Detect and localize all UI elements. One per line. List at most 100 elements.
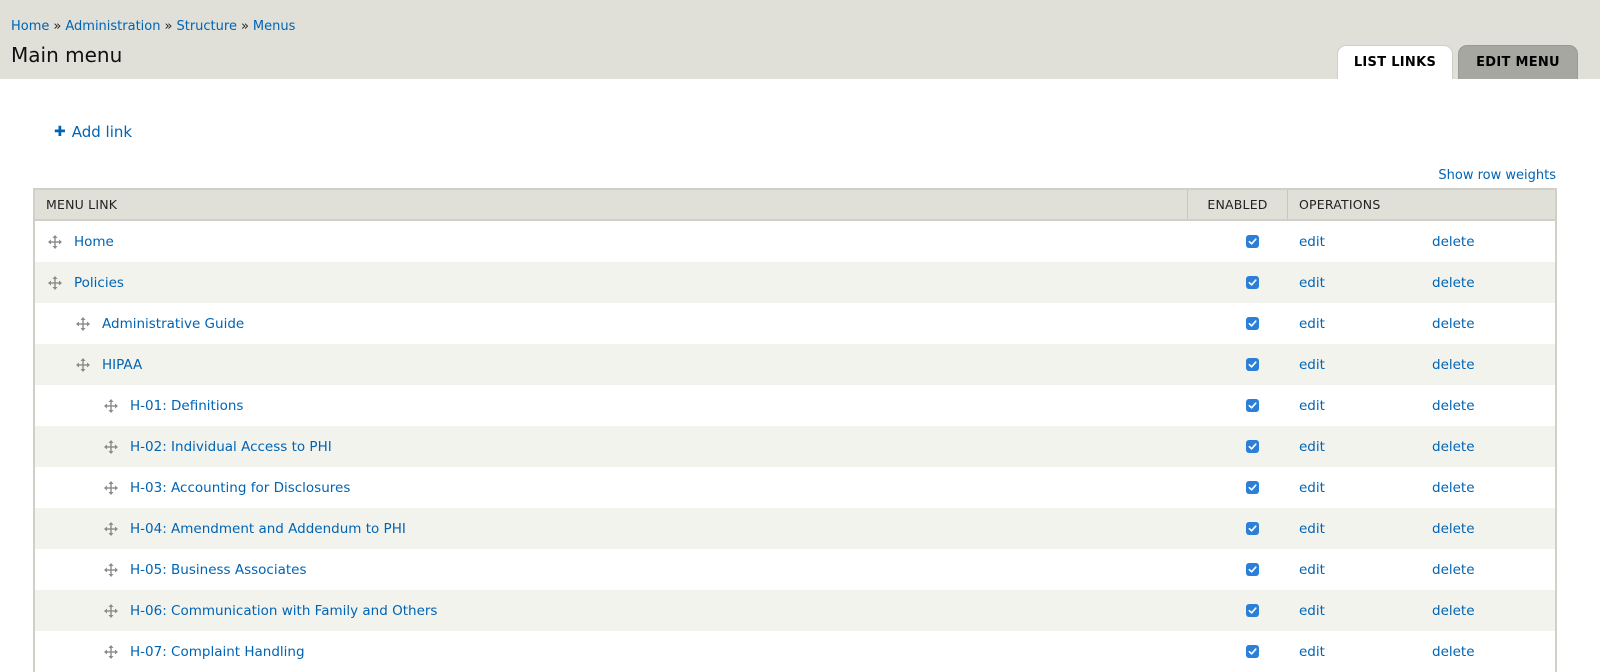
breadcrumb-menus[interactable]: Menus	[253, 19, 295, 34]
enabled-checkbox[interactable]	[1245, 399, 1259, 412]
add-link-label: Add link	[71, 123, 133, 141]
column-header-enabled: ENABLED	[1188, 190, 1288, 219]
tab-list-links[interactable]: LIST LINKS	[1337, 45, 1453, 79]
menu-link[interactable]: H-04: Amendment and Addendum to PHI	[130, 521, 406, 537]
menu-link-cell: Home	[35, 234, 1188, 250]
table-row: Administrative Guide edit delete	[35, 303, 1555, 344]
edit-link[interactable]: edit	[1299, 275, 1432, 291]
operations-cell: edit delete	[1288, 562, 1555, 578]
enabled-cell	[1188, 645, 1288, 658]
delete-link[interactable]: delete	[1432, 316, 1475, 332]
drag-handle-icon[interactable]	[103, 439, 119, 455]
add-link-button[interactable]: ✚ Add link	[54, 123, 132, 141]
enabled-cell	[1188, 522, 1288, 535]
edit-link[interactable]: edit	[1299, 234, 1432, 250]
operations-cell: edit delete	[1288, 316, 1555, 332]
enabled-cell	[1188, 481, 1288, 494]
enabled-checkbox[interactable]	[1245, 440, 1259, 453]
table-row: Policies edit delete	[35, 262, 1555, 303]
breadcrumb-separator: »	[240, 19, 249, 34]
tab-edit-menu[interactable]: EDIT MENU	[1458, 45, 1578, 79]
drag-handle-icon[interactable]	[103, 562, 119, 578]
edit-link[interactable]: edit	[1299, 521, 1432, 537]
edit-link[interactable]: edit	[1299, 357, 1432, 373]
menu-link[interactable]: H-07: Complaint Handling	[130, 644, 305, 660]
breadcrumb-home[interactable]: Home	[11, 19, 49, 34]
drag-handle-icon[interactable]	[47, 234, 63, 250]
menu-link-cell: Policies	[35, 275, 1188, 291]
drag-handle-icon[interactable]	[103, 521, 119, 537]
menu-link-cell: H-05: Business Associates	[35, 562, 1188, 578]
enabled-checkbox[interactable]	[1245, 276, 1259, 289]
table-row: H-06: Communication with Family and Othe…	[35, 590, 1555, 631]
delete-link[interactable]: delete	[1432, 357, 1475, 373]
drag-handle-icon[interactable]	[103, 603, 119, 619]
enabled-checkbox[interactable]	[1245, 358, 1259, 371]
menu-link-cell: H-03: Accounting for Disclosures	[35, 480, 1188, 496]
operations-cell: edit delete	[1288, 644, 1555, 660]
enabled-checkbox[interactable]	[1245, 563, 1259, 576]
page-header: Home» Administration» Structure» Menus Main…	[0, 0, 1600, 79]
enabled-checkbox[interactable]	[1245, 317, 1259, 330]
breadcrumb-structure[interactable]: Structure	[176, 19, 236, 34]
operations-cell: edit delete	[1288, 439, 1555, 455]
edit-link[interactable]: edit	[1299, 603, 1432, 619]
drag-handle-icon[interactable]	[103, 644, 119, 660]
enabled-checkbox[interactable]	[1245, 481, 1259, 494]
menu-links-table: MENU LINK ENABLED OPERATIONS Home edit del…	[33, 188, 1557, 672]
enabled-checkbox[interactable]	[1245, 235, 1259, 248]
menu-link[interactable]: Home	[74, 234, 114, 250]
operations-cell: edit delete	[1288, 521, 1555, 537]
table-row: H-04: Amendment and Addendum to PHI edit d…	[35, 508, 1555, 549]
breadcrumb-administration[interactable]: Administration	[65, 19, 160, 34]
page-title: Main menu	[11, 43, 123, 67]
table-row: H-05: Business Associates edit delete	[35, 549, 1555, 590]
menu-link[interactable]: Policies	[74, 275, 124, 291]
menu-link-cell: HIPAA	[35, 357, 1188, 373]
drag-handle-icon[interactable]	[75, 316, 91, 332]
delete-link[interactable]: delete	[1432, 234, 1475, 250]
column-header-operations: OPERATIONS	[1299, 197, 1381, 212]
operations-cell: edit delete	[1288, 398, 1555, 414]
column-header-menu-link: MENU LINK	[35, 190, 1188, 219]
breadcrumb-separator: »	[164, 19, 173, 34]
table-row: H-02: Individual Access to PHI edit delete	[35, 426, 1555, 467]
breadcrumb: Home» Administration» Structure» Menus	[11, 19, 295, 34]
delete-link[interactable]: delete	[1432, 275, 1475, 291]
delete-link[interactable]: delete	[1432, 439, 1475, 455]
show-row-weights-link[interactable]: Show row weights	[1438, 168, 1556, 183]
menu-link[interactable]: H-02: Individual Access to PHI	[130, 439, 332, 455]
enabled-checkbox[interactable]	[1245, 604, 1259, 617]
delete-link[interactable]: delete	[1432, 562, 1475, 578]
menu-link[interactable]: HIPAA	[102, 357, 142, 373]
enabled-cell	[1188, 235, 1288, 248]
table-row: H-07: Complaint Handling edit delete	[35, 631, 1555, 672]
delete-link[interactable]: delete	[1432, 603, 1475, 619]
menu-link[interactable]: H-03: Accounting for Disclosures	[130, 480, 350, 496]
menu-link[interactable]: H-01: Definitions	[130, 398, 243, 414]
delete-link[interactable]: delete	[1432, 521, 1475, 537]
plus-icon: ✚	[54, 124, 66, 140]
edit-link[interactable]: edit	[1299, 480, 1432, 496]
menu-link-cell: Administrative Guide	[35, 316, 1188, 332]
delete-link[interactable]: delete	[1432, 398, 1475, 414]
table-header: MENU LINK ENABLED OPERATIONS	[35, 190, 1555, 221]
edit-link[interactable]: edit	[1299, 644, 1432, 660]
edit-link[interactable]: edit	[1299, 439, 1432, 455]
drag-handle-icon[interactable]	[47, 275, 63, 291]
delete-link[interactable]: delete	[1432, 644, 1475, 660]
drag-handle-icon[interactable]	[103, 398, 119, 414]
edit-link[interactable]: edit	[1299, 316, 1432, 332]
drag-handle-icon[interactable]	[75, 357, 91, 373]
delete-link[interactable]: delete	[1432, 480, 1475, 496]
edit-link[interactable]: edit	[1299, 562, 1432, 578]
enabled-checkbox[interactable]	[1245, 522, 1259, 535]
menu-link[interactable]: Administrative Guide	[102, 316, 244, 332]
enabled-checkbox[interactable]	[1245, 645, 1259, 658]
menu-link[interactable]: H-06: Communication with Family and Othe…	[130, 603, 437, 619]
edit-link[interactable]: edit	[1299, 398, 1432, 414]
drag-handle-icon[interactable]	[103, 480, 119, 496]
menu-link-cell: H-01: Definitions	[35, 398, 1188, 414]
menu-link[interactable]: H-05: Business Associates	[130, 562, 307, 578]
table-row: H-03: Accounting for Disclosures edit dele…	[35, 467, 1555, 508]
